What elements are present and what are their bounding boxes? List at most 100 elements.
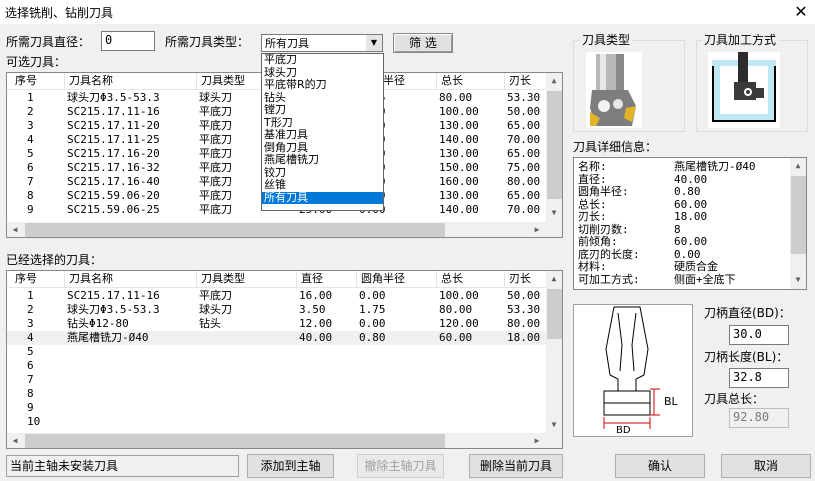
available-hscroll-thumb[interactable] <box>25 223 445 237</box>
available-vscroll-thumb[interactable] <box>547 91 562 199</box>
add-to-spindle-button[interactable]: 添加到主轴 <box>247 454 334 478</box>
available-vscrollbar[interactable]: ▲ ▼ <box>546 73 562 222</box>
scroll-up-icon[interactable]: ▲ <box>790 158 806 174</box>
details-vscroll-thumb[interactable] <box>791 176 806 254</box>
scroll-right-icon[interactable]: ▶ <box>529 222 545 237</box>
dropdown-option[interactable]: 基准刀具 <box>262 128 383 142</box>
col-total-length <box>439 359 507 373</box>
scroll-right-icon[interactable]: ▶ <box>529 433 545 448</box>
scroll-left-icon[interactable]: ◀ <box>7 433 23 448</box>
header-col-corner-radius[interactable]: 圆角半径 <box>357 271 437 288</box>
dropdown-option[interactable]: 镗刀 <box>262 103 383 117</box>
scroll-down-icon[interactable]: ▼ <box>790 272 806 288</box>
tool-type-dropdown[interactable]: 平底刀 球头刀 平底带R的刀 钻头 镗刀 T形刀 基准刀具 倒角刀具 燕尾槽铣刀 铰刀 丝锥 所有刀具 <box>261 53 384 211</box>
tool-method-image <box>708 52 780 128</box>
available-hscrollbar[interactable]: ◀ ▶ <box>7 222 562 237</box>
scroll-up-icon[interactable]: ▲ <box>546 73 562 89</box>
col-tool-type <box>199 331 299 345</box>
header-col-total-length[interactable]: 总长 <box>437 73 505 90</box>
col-tool-name <box>67 345 199 359</box>
scroll-up-icon[interactable]: ▲ <box>546 271 562 287</box>
col-corner-radius <box>359 401 439 415</box>
table-row[interactable]: 4 燕尾槽铣刀-Ø40 40.00 0.80 60.00 18.00 <box>7 331 546 345</box>
col-diameter <box>299 345 359 359</box>
col-edge-length <box>507 401 549 415</box>
dropdown-option[interactable]: 平底刀 <box>262 53 383 67</box>
table-row[interactable]: 8 <box>7 387 546 401</box>
col-total-length <box>439 345 507 359</box>
table-row[interactable]: 9 <box>7 401 546 415</box>
col-total-length <box>439 415 507 429</box>
delete-current-tool-button[interactable]: 删除当前刀具 <box>469 454 563 478</box>
dropdown-option[interactable]: 平底带R的刀 <box>262 78 383 92</box>
status-text: 当前主轴未安装刀具 <box>6 455 239 477</box>
window-title: 选择铣削、钻削刀具 <box>5 6 114 20</box>
col-tool-name <box>67 359 199 373</box>
header-col-total-length[interactable]: 总长 <box>437 271 505 288</box>
selected-vscrollbar[interactable]: ▲ ▼ <box>546 271 562 433</box>
col-tool-name: SC215.17.11-20 <box>67 119 160 132</box>
col-tool-type <box>199 345 299 359</box>
col-edge-length <box>507 415 549 429</box>
remove-spindle-tool-button[interactable]: 撤除主轴刀具 <box>357 454 444 478</box>
scroll-down-icon[interactable]: ▼ <box>546 417 562 433</box>
table-row[interactable]: 10 <box>7 415 546 429</box>
col-tool-type: 平底刀 <box>199 289 232 302</box>
col-diameter <box>299 401 359 415</box>
table-row[interactable]: 6 <box>7 359 546 373</box>
detail-value: 燕尾槽铣刀-Ø40 <box>674 160 756 173</box>
header-col-edge-length[interactable]: 刃长 <box>505 73 547 90</box>
tool-type-image <box>586 52 642 128</box>
ok-button[interactable]: 确认 <box>615 454 705 478</box>
header-col-tool-name[interactable]: 刀具名称 <box>65 271 197 288</box>
dropdown-option[interactable]: 丝锥 <box>262 178 383 192</box>
selected-hscroll-thumb[interactable] <box>25 434 445 448</box>
detail-value: 侧面+全底下 <box>674 272 736 286</box>
col-edge-length: 50.00 <box>507 105 541 118</box>
col-total-length: 80.00 <box>439 91 473 104</box>
col-edge-length: 50.00 <box>507 289 541 302</box>
col-corner-radius: 0.80 <box>359 331 386 344</box>
table-row[interactable]: 2 球头刀Φ3.5-53.3 球头刀 3.50 1.75 80.00 53.30 <box>7 303 546 317</box>
table-row[interactable]: 3 钻头Φ12-80 钻头 12.00 0.00 120.00 80.00 <box>7 317 546 331</box>
selected-hscrollbar[interactable]: ◀ ▶ <box>7 433 562 448</box>
tool-type-select[interactable]: 所有刀具 ▼ <box>261 34 383 52</box>
diameter-input[interactable]: 0 <box>101 31 155 51</box>
holder-length-input[interactable]: 32.8 <box>729 368 789 388</box>
header-col-tool-type[interactable]: 刀具类型 <box>197 271 297 288</box>
header-col-edge-length[interactable]: 刃长 <box>505 271 547 288</box>
dropdown-option[interactable]: 所有刀具 <box>262 191 383 204</box>
header-col-tool-name[interactable]: 刀具名称 <box>65 73 197 90</box>
col-tool-name: SC215.59.06-25 <box>67 203 160 216</box>
header-col-diameter[interactable]: 直径 <box>297 271 357 288</box>
details-textbox[interactable]: 名称: 燕尾槽铣刀-Ø40 直径: 40.00 圆角半径: 0.80 总长: 60.00 刃长:… <box>573 157 807 290</box>
col-corner-radius <box>359 359 439 373</box>
dropdown-option[interactable]: 燕尾槽铣刀 <box>262 153 383 167</box>
detail-key: 可加工方式: <box>578 272 640 286</box>
col-edge-length: 80.00 <box>507 317 541 330</box>
selected-tools-table[interactable]: 序号 刀具名称 刀具类型 直径 圆角半径 总长 刃长 1 SC215.17.11-16 平底刀 1… <box>6 270 563 449</box>
col-edge-length <box>507 387 549 401</box>
close-button[interactable]: ✕ <box>790 1 812 23</box>
scroll-left-icon[interactable]: ◀ <box>7 222 23 237</box>
col-diameter: 12.00 <box>299 317 333 330</box>
table-row[interactable]: 1 SC215.17.11-16 平底刀 16.00 0.00 100.00 50.00 <box>7 289 546 303</box>
tool-total-length-label: 刀具总长： <box>704 392 765 406</box>
col-tool-name: SC215.17.16-32 <box>67 161 160 174</box>
col-diameter <box>299 359 359 373</box>
holder-diameter-input[interactable]: 30.0 <box>729 325 789 345</box>
filter-button[interactable]: 筛 选 <box>393 33 453 53</box>
chevron-down-icon[interactable]: ▼ <box>366 35 382 51</box>
selected-vscroll-thumb[interactable] <box>547 289 562 339</box>
header-col-index[interactable]: 序号 <box>11 271 65 288</box>
diagram-bl-label: BL <box>664 395 679 408</box>
col-edge-length: 18.00 <box>507 331 541 344</box>
table-row[interactable]: 7 <box>7 373 546 387</box>
table-row[interactable]: 5 <box>7 345 546 359</box>
cancel-button[interactable]: 取消 <box>721 454 811 478</box>
scroll-down-icon[interactable]: ▼ <box>546 205 562 221</box>
col-total-length: 100.00 <box>439 105 479 118</box>
details-vscrollbar[interactable]: ▲ ▼ <box>790 158 806 289</box>
header-col-index[interactable]: 序号 <box>11 73 65 90</box>
detail-value: 60.00 <box>674 235 708 248</box>
